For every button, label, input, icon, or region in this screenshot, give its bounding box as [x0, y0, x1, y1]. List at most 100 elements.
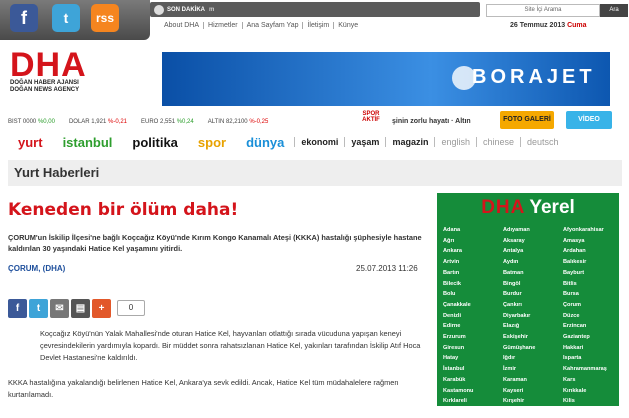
- yerel-brand: DHA: [481, 197, 526, 218]
- city-link[interactable]: Diyarbakır: [503, 311, 563, 322]
- breaking-news-text: m: [209, 6, 215, 13]
- city-link[interactable]: Eskişehir: [503, 332, 563, 343]
- link-contact[interactable]: İletişim: [303, 22, 335, 29]
- spor-aktif-logo[interactable]: SPOR AKTİF: [353, 111, 389, 131]
- city-link[interactable]: Balıkesir: [563, 257, 623, 268]
- city-link[interactable]: Amasya: [563, 236, 623, 247]
- nav-chinese[interactable]: chinese: [475, 137, 520, 147]
- city-link[interactable]: Hatay: [443, 353, 503, 364]
- search-input[interactable]: Site İçi Arama: [486, 4, 600, 17]
- city-link[interactable]: Artvin: [443, 257, 503, 268]
- city-link[interactable]: Kırıkkale: [563, 386, 623, 397]
- ticker-dolar: DOLAR 1,921 %-0,21: [68, 119, 127, 125]
- city-link[interactable]: Kırşehir: [503, 396, 563, 407]
- main-nav: yurt istanbul politika spor dünya ekonom…: [8, 132, 622, 152]
- breaking-news-bar[interactable]: SON DAKİKA m: [150, 2, 480, 17]
- city-link[interactable]: Bartın: [443, 268, 503, 279]
- city-link[interactable]: Ağrı: [443, 236, 503, 247]
- city-link[interactable]: Edirne: [443, 321, 503, 332]
- twitter-icon[interactable]: t: [52, 4, 80, 32]
- city-link[interactable]: Bitlis: [563, 279, 623, 290]
- nav-english[interactable]: english: [434, 137, 476, 147]
- yerel-header[interactable]: DHA Yerel: [437, 193, 619, 223]
- article-date: 25.07.2013 11:26: [356, 264, 418, 273]
- city-link[interactable]: Burdur: [503, 289, 563, 300]
- city-link[interactable]: Karaman: [503, 375, 563, 386]
- city-link[interactable]: Bolu: [443, 289, 503, 300]
- video-button[interactable]: VİDEO: [566, 111, 612, 129]
- city-link[interactable]: Çorum: [563, 300, 623, 311]
- link-services[interactable]: Hizmetler: [204, 22, 243, 29]
- city-link[interactable]: Elazığ: [503, 321, 563, 332]
- city-link[interactable]: Batman: [503, 268, 563, 279]
- city-link[interactable]: Isparta: [563, 353, 623, 364]
- city-link[interactable]: İzmir: [503, 364, 563, 375]
- facebook-icon[interactable]: f: [10, 4, 38, 32]
- city-link[interactable]: Çankırı: [503, 300, 563, 311]
- city-link[interactable]: Kahramanmaraş: [563, 364, 623, 375]
- nav-yasam[interactable]: yaşam: [344, 137, 385, 147]
- nav-dunya[interactable]: dünya: [236, 135, 294, 150]
- ticker-altin: ALTIN 82,2100 %-0,25: [207, 119, 269, 125]
- facebook-share-icon[interactable]: f: [8, 298, 27, 318]
- plus-share-icon[interactable]: +: [92, 298, 111, 318]
- city-link[interactable]: Kırklareli: [443, 396, 503, 407]
- city-link[interactable]: Bilecik: [443, 279, 503, 290]
- city-link[interactable]: Kars: [563, 375, 623, 386]
- city-link[interactable]: Hakkari: [563, 343, 623, 354]
- email-share-icon[interactable]: ✉: [50, 298, 69, 318]
- nav-spor[interactable]: spor: [188, 135, 236, 150]
- city-link[interactable]: İstanbul: [443, 364, 503, 375]
- city-link[interactable]: Kastamonu: [443, 386, 503, 397]
- nav-politika[interactable]: politika: [122, 135, 188, 150]
- city-link[interactable]: Bursa: [563, 289, 623, 300]
- photo-gallery-button[interactable]: FOTO GALERİ: [500, 111, 554, 129]
- city-link[interactable]: Bingöl: [503, 279, 563, 290]
- city-link[interactable]: Kayseri: [503, 386, 563, 397]
- city-link[interactable]: Giresun: [443, 343, 503, 354]
- dha-logo[interactable]: DHA DOĞAN HABER AJANSI DOĞAN NEWS AGENCY: [10, 48, 110, 98]
- link-imprint[interactable]: Künye: [334, 22, 362, 29]
- city-link[interactable]: Ardahan: [563, 246, 623, 257]
- twitter-share-icon[interactable]: t: [29, 298, 48, 318]
- print-icon[interactable]: ▤: [71, 298, 90, 318]
- city-link[interactable]: Erzurum: [443, 332, 503, 343]
- city-link[interactable]: Kocaeli: [443, 407, 503, 418]
- nav-magazin[interactable]: magazin: [385, 137, 434, 147]
- ticker-euro: EURO 2,551 %0,24: [141, 119, 194, 125]
- nav-ekonomi[interactable]: ekonomi: [294, 137, 344, 147]
- search-button[interactable]: Ara: [600, 4, 628, 17]
- logo-subtitle-en: DOĞAN NEWS AGENCY: [10, 87, 80, 93]
- city-link[interactable]: Kilis: [563, 396, 623, 407]
- nav-istanbul[interactable]: istanbul: [53, 135, 123, 150]
- city-link[interactable]: Iğdır: [503, 353, 563, 364]
- city-link[interactable]: Adıyaman: [503, 225, 563, 236]
- city-link[interactable]: Karabük: [443, 375, 503, 386]
- city-link[interactable]: Konya: [503, 407, 563, 418]
- nav-yurt[interactable]: yurt: [8, 135, 53, 150]
- city-link[interactable]: Adana: [443, 225, 503, 236]
- share-bar: f t ✉ ▤ + 0: [8, 298, 145, 318]
- nav-deutsch[interactable]: deutsch: [520, 137, 565, 147]
- city-link[interactable]: Çanakkale: [443, 300, 503, 311]
- article-body-paragraph: Koçcağız Köyü'nün Yalak Mahallesi'nde ot…: [40, 329, 421, 362]
- headline-ticker[interactable]: şinin zorlu hayatı · Altın: [392, 118, 471, 125]
- city-link[interactable]: Antalya: [503, 246, 563, 257]
- city-link[interactable]: Kütahya: [563, 407, 623, 418]
- link-about[interactable]: About DHA: [160, 22, 205, 29]
- article-source: ÇORUM, (DHA): [8, 264, 66, 273]
- city-link[interactable]: Ankara: [443, 246, 503, 257]
- city-link[interactable]: Afyonkarahisar: [563, 225, 623, 236]
- city-link[interactable]: Aksaray: [503, 236, 563, 247]
- city-link[interactable]: Denizli: [443, 311, 503, 322]
- city-link[interactable]: Aydın: [503, 257, 563, 268]
- page-title: Yurt Haberleri: [8, 160, 622, 186]
- city-link[interactable]: Bayburt: [563, 268, 623, 279]
- city-link[interactable]: Gaziantep: [563, 332, 623, 343]
- ad-banner[interactable]: BORAJET: [162, 52, 610, 106]
- city-link[interactable]: Gümüşhane: [503, 343, 563, 354]
- city-link[interactable]: Düzce: [563, 311, 623, 322]
- city-link[interactable]: Erzincan: [563, 321, 623, 332]
- rss-icon[interactable]: rss: [91, 4, 119, 32]
- link-homepage[interactable]: Ana Sayfam Yap: [243, 22, 304, 29]
